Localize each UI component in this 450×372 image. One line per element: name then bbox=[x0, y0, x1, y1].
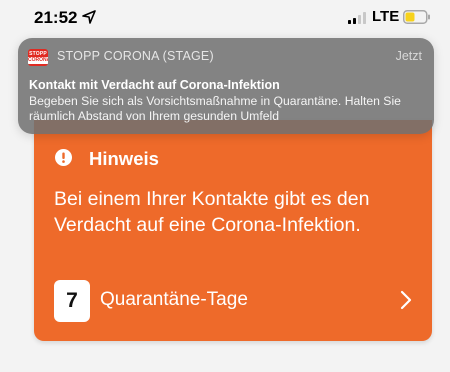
app-icon-text-bottom: CORONA bbox=[28, 57, 48, 63]
notification-title: Kontakt mit Verdacht auf Corona-Infektio… bbox=[29, 78, 280, 92]
warning-card[interactable]: Hinweis Bei einem Ihrer Kontakte gibt es… bbox=[34, 120, 432, 341]
quarantine-days-label: Quarantäne-Tage bbox=[100, 289, 248, 310]
card-message: Bei einem Ihrer Kontakte gibt es den Ver… bbox=[54, 188, 370, 236]
chevron-right-icon[interactable] bbox=[400, 290, 412, 310]
push-notification[interactable]: STOPP CORONA STOPP CORONA (STAGE) Jetzt … bbox=[18, 38, 434, 134]
location-arrow-icon bbox=[82, 10, 96, 24]
info-exclamation-icon bbox=[55, 149, 72, 166]
app-icon: STOPP CORONA bbox=[28, 49, 48, 66]
battery-icon bbox=[403, 10, 430, 24]
signal-bars-icon bbox=[348, 12, 366, 24]
status-time: 21:52 bbox=[34, 8, 78, 27]
card-title: Hinweis bbox=[89, 148, 159, 169]
notification-body: Begeben Sie sich als Vorsichtsmaßnahme i… bbox=[29, 94, 401, 123]
notification-app-name: STOPP CORONA (STAGE) bbox=[57, 49, 214, 63]
notification-time: Jetzt bbox=[395, 49, 422, 63]
carrier-label: LTE bbox=[372, 8, 400, 25]
screen: 21:52 LTE Hinweis Bei einem Ihrer Kontak… bbox=[0, 0, 450, 372]
status-bar: 21:52 LTE bbox=[0, 0, 450, 36]
quarantine-days-badge: 7 bbox=[54, 280, 90, 322]
